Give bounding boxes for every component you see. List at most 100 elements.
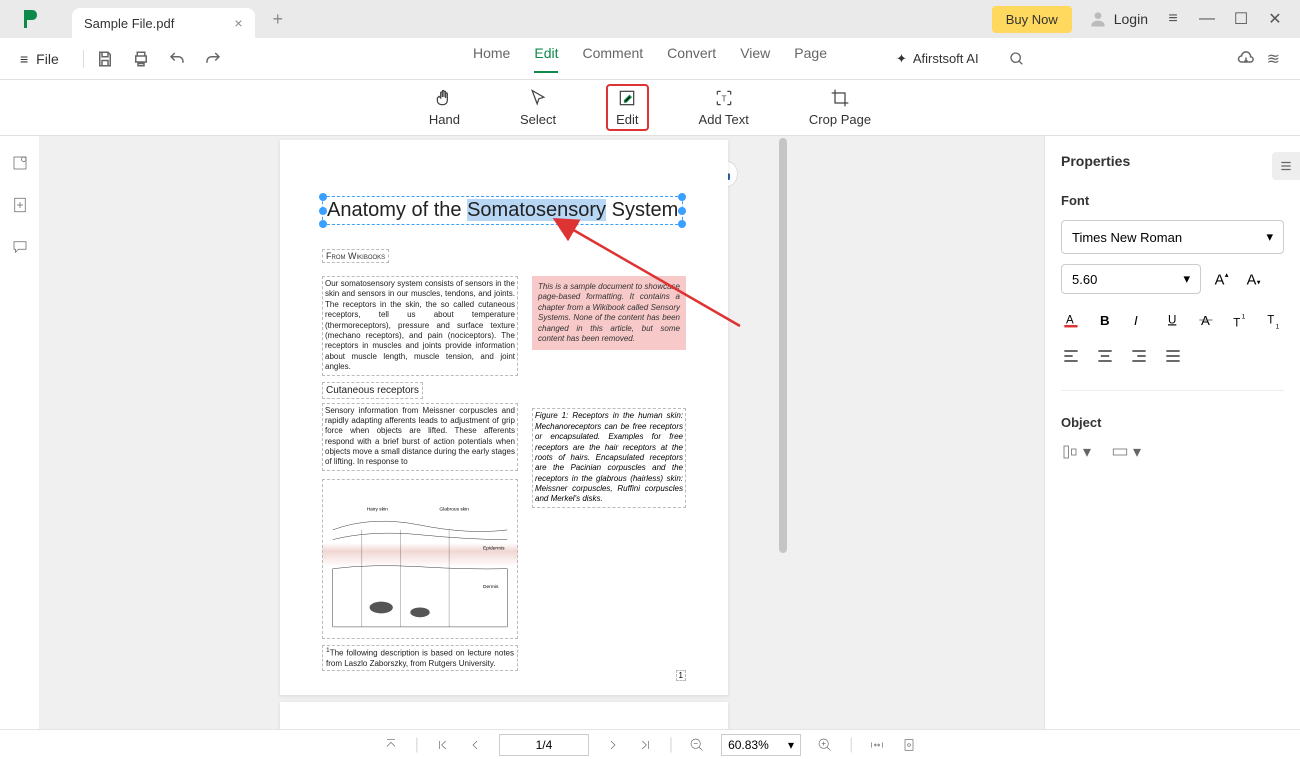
undo-icon[interactable] (168, 50, 186, 68)
figure-caption[interactable]: Figure 1: Receptors in the human skin: M… (532, 408, 686, 508)
buy-now-button[interactable]: Buy Now (992, 6, 1072, 33)
crop-page-tool[interactable]: Crop Page (799, 84, 881, 131)
svg-text:1: 1 (1242, 313, 1246, 320)
add-text-tool[interactable]: T Add Text (689, 84, 759, 131)
resize-handle[interactable] (319, 207, 327, 215)
login-label: Login (1114, 11, 1148, 27)
source-label[interactable]: From Wikibooks (322, 249, 389, 263)
canvas[interactable]: Anatomy of the Somatosensory System From… (40, 136, 1044, 729)
font-color-icon[interactable]: A (1061, 310, 1081, 330)
collapse-icon[interactable]: ≋ (1267, 49, 1280, 69)
svg-text:Dermis: Dermis (483, 584, 499, 590)
footnote[interactable]: 1The following description is based on l… (322, 645, 518, 671)
quick-actions (83, 50, 222, 68)
page-number[interactable]: 1 (676, 670, 686, 681)
workspace: Anatomy of the Somatosensory System From… (40, 136, 1300, 729)
zoom-out-icon[interactable] (689, 737, 705, 753)
app-logo (16, 5, 44, 33)
print-icon[interactable] (132, 50, 150, 68)
tab-comment[interactable]: Comment (582, 45, 643, 73)
tab-edit[interactable]: Edit (534, 45, 558, 73)
add-page-icon[interactable] (11, 196, 29, 214)
tab-convert[interactable]: Convert (667, 45, 716, 73)
figure-image[interactable]: Hairy skin Glabrous skin Epidermis Dermi… (322, 479, 518, 639)
fit-page-icon[interactable] (901, 737, 917, 753)
comments-icon[interactable] (11, 238, 29, 256)
svg-text:T: T (721, 93, 726, 103)
svg-text:1: 1 (1276, 323, 1280, 330)
login-button[interactable]: Login (1088, 9, 1148, 29)
skin-diagram: Hairy skin Glabrous skin Epidermis Dermi… (323, 480, 517, 638)
maximize-icon[interactable]: ☐ (1232, 10, 1250, 28)
distribute-objects-button[interactable]: ▾ (1111, 442, 1141, 462)
increase-font-icon[interactable]: A▴ (1211, 268, 1233, 290)
resize-handle[interactable] (678, 207, 686, 215)
redo-icon[interactable] (204, 50, 222, 68)
resize-handle[interactable] (319, 193, 327, 201)
subscript-icon[interactable]: T1 (1264, 310, 1284, 330)
chevron-down-icon: ▾ (1266, 229, 1273, 245)
font-size-input[interactable]: 5.60 ▾ (1061, 264, 1201, 294)
next-page-icon[interactable] (605, 737, 621, 753)
minimize-icon[interactable]: — (1198, 10, 1216, 28)
zoom-select[interactable]: 60.83% ▾ (721, 734, 801, 756)
hamburger-icon[interactable]: ≡ (1164, 10, 1182, 28)
edit-tool[interactable]: Edit (606, 84, 648, 131)
vertical-scrollbar[interactable] (778, 136, 788, 729)
page-number-input[interactable] (499, 734, 589, 756)
resize-handle[interactable] (678, 193, 686, 201)
object-section-label: Object (1061, 415, 1284, 430)
underline-icon[interactable]: U (1163, 310, 1183, 330)
tab-close-icon[interactable]: × (234, 15, 242, 31)
fit-width-icon[interactable] (869, 737, 885, 753)
document-title-textbox[interactable]: Anatomy of the Somatosensory System (322, 196, 683, 225)
scroll-top-icon[interactable] (383, 737, 399, 753)
title-prefix: Anatomy of the (327, 199, 467, 221)
scroll-thumb[interactable] (779, 138, 787, 553)
svg-text:U: U (1168, 314, 1176, 326)
paragraph-2[interactable]: Sensory information from Meissner corpus… (322, 403, 518, 471)
strikethrough-icon[interactable]: A (1196, 310, 1216, 330)
align-center-icon[interactable] (1095, 346, 1115, 366)
select-tool[interactable]: Select (510, 84, 566, 131)
align-justify-icon[interactable] (1163, 346, 1183, 366)
align-left-icon[interactable] (1061, 346, 1081, 366)
bold-icon[interactable]: B (1095, 310, 1115, 330)
decrease-font-icon[interactable]: A▾ (1243, 268, 1265, 290)
ai-button[interactable]: ✦ Afirstsoft AI (896, 51, 979, 67)
cloud-icon[interactable] (1237, 50, 1255, 68)
search-icon[interactable] (1009, 51, 1025, 67)
document-page[interactable]: Anatomy of the Somatosensory System From… (280, 140, 728, 695)
left-rail (0, 136, 40, 729)
align-right-icon[interactable] (1129, 346, 1149, 366)
font-section-label: Font (1061, 193, 1284, 208)
file-menu[interactable]: ≡ File (20, 51, 59, 67)
resize-handle[interactable] (319, 220, 327, 228)
tab-home[interactable]: Home (473, 45, 510, 73)
zoom-in-icon[interactable] (817, 737, 833, 753)
prev-page-icon[interactable] (467, 737, 483, 753)
hand-tool[interactable]: Hand (419, 84, 470, 131)
save-icon[interactable] (96, 50, 114, 68)
svg-text:Glabrous skin: Glabrous skin (439, 506, 469, 512)
paragraph-1[interactable]: Our somatosensory system consists of sen… (322, 276, 518, 376)
subheading[interactable]: Cutaneous receptors (322, 382, 423, 399)
document-page-2[interactable] (280, 702, 728, 729)
italic-icon[interactable]: I (1129, 310, 1149, 330)
tab-page[interactable]: Page (794, 45, 827, 73)
callout-box[interactable]: This is a sample document to showcase pa… (532, 276, 686, 350)
align-objects-button[interactable]: ▾ (1061, 442, 1091, 462)
document-tab[interactable]: Sample File.pdf × (72, 8, 255, 38)
close-window-icon[interactable]: ✕ (1266, 10, 1284, 28)
first-page-icon[interactable] (435, 737, 451, 753)
align-objects-icon (1061, 443, 1079, 461)
last-page-icon[interactable] (637, 737, 653, 753)
add-text-label: Add Text (699, 112, 749, 127)
font-family-select[interactable]: Times New Roman ▾ (1061, 220, 1284, 254)
panel-toggle-icon[interactable] (1272, 152, 1300, 180)
add-tab-button[interactable]: + (273, 9, 284, 30)
superscript-icon[interactable]: T1 (1230, 310, 1250, 330)
thumbnails-icon[interactable] (11, 154, 29, 172)
tab-view[interactable]: View (740, 45, 770, 73)
resize-handle[interactable] (678, 220, 686, 228)
